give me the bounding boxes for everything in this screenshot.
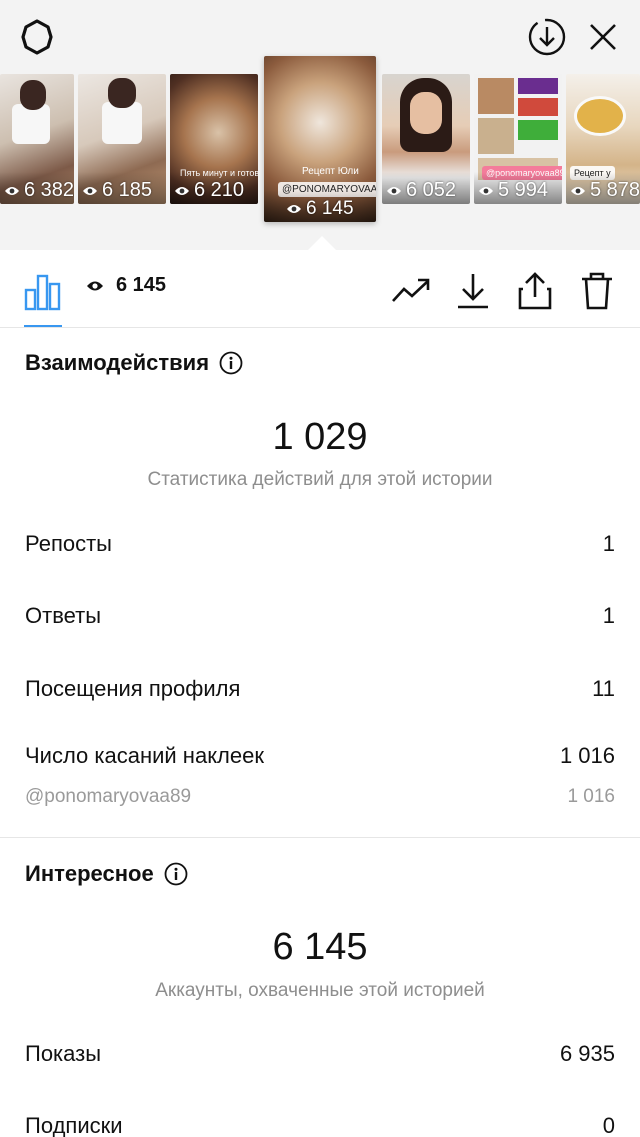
discovery-title-text: Интересное — [25, 861, 154, 886]
eye-icon — [479, 186, 493, 195]
stat-row: Число касаний наклеек 1 016 — [25, 743, 615, 769]
story-caption: Рецепт Юли — [302, 166, 359, 177]
story-views: 6 210 — [174, 179, 244, 202]
interactions-caption: Статистика действий для этой истории — [147, 469, 493, 490]
stat-row: Ответы 1 — [25, 603, 615, 629]
stat-value: 1 — [602, 603, 615, 628]
share-icon — [518, 272, 552, 310]
interactions-total: 1 029 — [272, 416, 368, 458]
story-thumbnail[interactable]: 6 382 — [0, 74, 74, 204]
info-icon[interactable] — [164, 862, 188, 886]
discovery-caption: Аккаунты, охваченные этой историей — [155, 980, 485, 1001]
close-button[interactable] — [580, 14, 626, 60]
eye-icon — [5, 186, 19, 195]
stat-label: Подписки — [25, 1113, 123, 1137]
stat-label: Число касаний наклеек — [25, 743, 264, 768]
eye-icon — [87, 281, 103, 290]
selected-story-pointer — [308, 236, 336, 250]
story-views: 6 185 — [82, 179, 152, 202]
eye-icon — [287, 205, 301, 213]
story-carousel: 6 382 6 185 Пять минут и готово! 6 210 Р… — [0, 0, 640, 250]
close-icon — [590, 24, 616, 50]
story-toolbar: 6 145 — [0, 252, 640, 328]
eye-icon — [571, 186, 585, 195]
download-button[interactable] — [452, 270, 494, 312]
stat-label: Ответы — [25, 603, 102, 628]
story-views: 5 878 — [570, 179, 640, 202]
gear-icon — [21, 19, 53, 55]
section-divider — [0, 837, 640, 838]
stat-value: 11 — [592, 676, 615, 701]
trending-up-icon — [392, 278, 430, 302]
download-icon — [458, 274, 488, 309]
stat-label: Показы — [25, 1041, 102, 1066]
stat-value: 6 935 — [559, 1041, 615, 1066]
stat-sub-row: @ponomaryovaa89 1 016 — [25, 786, 615, 808]
views-count: 6 145 — [116, 274, 167, 296]
interactions-title-text: Взаимодействия — [25, 350, 210, 375]
active-tab-indicator — [24, 325, 62, 327]
trash-icon — [582, 272, 612, 310]
settings-button[interactable] — [14, 14, 60, 60]
story-thumbnail[interactable]: @ponomaryovaa89 5 994 — [474, 74, 562, 204]
interactions-section-title: Взаимодействия — [25, 350, 243, 376]
share-button[interactable] — [514, 270, 556, 312]
discovery-section-title: Интересное — [25, 861, 188, 887]
viewers-button[interactable]: 6 145 — [86, 274, 166, 297]
discovery-total: 6 145 — [272, 926, 368, 968]
sticker-mention-value: 1 016 — [567, 786, 615, 807]
story-views: 6 052 — [386, 179, 456, 202]
info-icon[interactable] — [219, 351, 243, 375]
story-thumbnail[interactable]: 6 185 — [78, 74, 166, 204]
eye-icon — [175, 186, 189, 195]
save-story-button[interactable] — [524, 14, 570, 60]
download-circle-icon — [528, 18, 566, 56]
stat-value: 1 016 — [559, 743, 615, 768]
stat-label: Посещения профиля — [25, 676, 241, 701]
eye-icon — [387, 186, 401, 195]
promote-button[interactable] — [390, 270, 432, 312]
story-views: 6 382 — [4, 179, 74, 202]
story-thumbnail[interactable]: Рецепт у 5 878 — [566, 74, 640, 204]
story-thumbnail[interactable]: 6 052 — [382, 74, 470, 204]
eye-icon — [83, 186, 97, 195]
sticker-mention-label: @ponomaryovaa89 — [25, 786, 192, 807]
story-views: 5 994 — [478, 179, 548, 202]
story-thumbnail[interactable]: Пять минут и готово! 6 210 — [170, 74, 258, 204]
stat-row: Показы 6 935 — [25, 1041, 615, 1067]
story-thumbnail-active[interactable]: Рецепт Юли @PONOMARYOVAA89 6 145 — [264, 56, 376, 222]
stat-row: Подписки 0 — [25, 1113, 615, 1137]
story-views: 6 145 — [286, 198, 354, 220]
stat-value: 0 — [602, 1113, 615, 1137]
stat-row: Репосты 1 — [25, 531, 615, 557]
stat-value: 1 — [602, 531, 615, 556]
stat-label: Репосты — [25, 531, 112, 556]
stat-row: Посещения профиля 11 — [25, 676, 615, 702]
bar-chart-icon — [24, 274, 61, 311]
delete-button[interactable] — [576, 270, 618, 312]
insights-tab[interactable] — [22, 270, 64, 312]
